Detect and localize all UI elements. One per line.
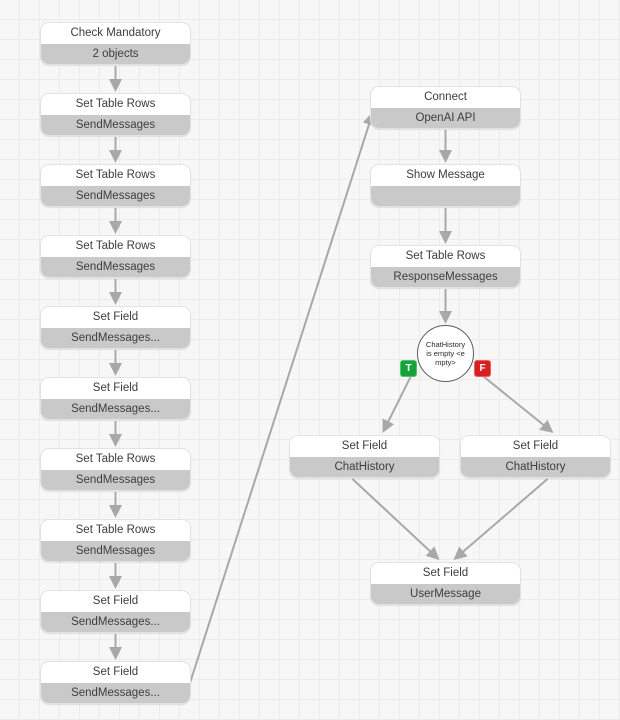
flow-node-subtitle: ChatHistory [290,457,439,477]
flow-node-title: Connect [371,87,520,108]
flow-node-subtitle: SendMessages [41,115,190,135]
edge-arrowhead [439,150,452,163]
flow-node-title: Set Table Rows [371,246,520,267]
flow-node-title: Set Table Rows [41,520,190,541]
edge-arrowhead [109,79,122,92]
flow-node[interactable]: Set Field ChatHistory [289,435,440,478]
flow-node-subtitle: OpenAI API [371,108,520,128]
flow-node-subtitle: SendMessages... [41,683,190,703]
flow-node[interactable]: Set Field SendMessages... [40,590,191,633]
flow-node-subtitle: SendMessages [41,257,190,277]
edge-arrowhead [539,419,554,433]
flow-node-title: Set Field [371,563,520,584]
edge-arrowhead [439,231,452,244]
edge-arrowhead [109,221,122,234]
flow-node[interactable]: Set Table Rows SendMessages [40,448,191,491]
edge-line [477,371,547,428]
flow-node[interactable]: Connect OpenAI API [370,86,521,129]
flow-node-title: Set Field [461,436,610,457]
flow-node[interactable]: Set Table Rows SendMessages [40,519,191,562]
decision-node[interactable]: ChatHistory is empty <empty> [417,325,474,382]
edge-line [385,371,414,426]
edge-line [189,120,372,684]
flow-node-title: Show Message [371,165,520,186]
flow-node[interactable]: Set Table Rows SendMessages [40,164,191,207]
flow-node[interactable]: Set Field SendMessages... [40,661,191,704]
flow-node[interactable]: Set Field SendMessages... [40,306,191,349]
flow-node-subtitle: ResponseMessages [371,267,520,287]
flow-canvas[interactable]: Check Mandatory 2 objects Set Table Rows Se… [0,0,620,720]
edge-arrowhead [382,418,395,433]
flow-node[interactable]: Set Table Rows SendMessages [40,93,191,136]
flow-node-title: Set Field [290,436,439,457]
flow-node[interactable]: Set Field ChatHistory [460,435,611,478]
flow-node-subtitle: SendMessages [41,541,190,561]
branch-false-badge[interactable]: F [474,360,491,377]
flow-node-subtitle [371,186,520,206]
flow-node-title: Set Field [41,307,190,328]
flow-node-subtitle: UserMessage [371,584,520,604]
flow-node-title: Set Field [41,662,190,683]
edge-arrowhead [453,546,468,560]
flow-node-subtitle: 2 objects [41,44,190,64]
flow-node[interactable]: Set Table Rows SendMessages [40,235,191,278]
edge-arrowhead [425,546,440,560]
flow-node-title: Set Table Rows [41,94,190,115]
flow-node[interactable]: Set Field UserMessage [370,562,521,605]
edge-arrowhead [109,647,122,660]
flow-node-title: Set Table Rows [41,236,190,257]
flow-node-subtitle: SendMessages [41,186,190,206]
flow-node[interactable]: Set Field SendMessages... [40,377,191,420]
flow-node-subtitle: ChatHistory [461,457,610,477]
flow-node-title: Check Mandatory [41,23,190,44]
flow-node-title: Set Table Rows [41,165,190,186]
flow-node-title: Set Field [41,378,190,399]
edge-line [459,478,549,555]
flow-node-subtitle: SendMessages... [41,328,190,348]
flow-node[interactable]: Set Table Rows ResponseMessages [370,245,521,288]
edge-arrowhead [109,576,122,589]
edge-arrowhead [109,434,122,447]
flow-node-subtitle: SendMessages [41,470,190,490]
decision-node-label: ChatHistory is empty <empty> [425,340,466,367]
edge-arrowhead [109,150,122,163]
edge-arrowhead [109,292,122,305]
flow-node[interactable]: Check Mandatory 2 objects [40,22,191,65]
flow-node-subtitle: SendMessages... [41,399,190,419]
edge-arrowhead [439,311,452,324]
edge-arrowhead [109,363,122,376]
flow-node[interactable]: Show Message [370,164,521,207]
branch-true-badge[interactable]: T [400,360,417,377]
edge-arrowhead [109,505,122,518]
flow-node-subtitle: SendMessages... [41,612,190,632]
flow-node-title: Set Table Rows [41,449,190,470]
edge-line [351,478,434,555]
flow-node-title: Set Field [41,591,190,612]
